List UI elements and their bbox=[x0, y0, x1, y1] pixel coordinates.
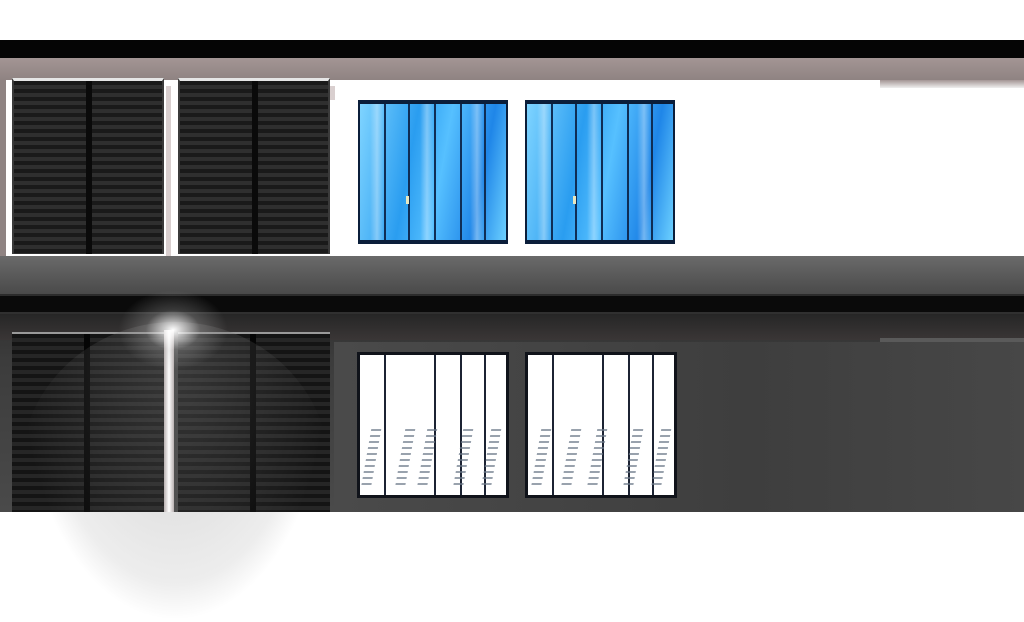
top-shutter-divider bbox=[166, 86, 171, 256]
top-trim-notch bbox=[880, 80, 1024, 88]
top-left-post bbox=[0, 80, 6, 256]
top-glass-window-left bbox=[358, 100, 508, 244]
top-shutter-left bbox=[12, 78, 164, 254]
lens-flare bbox=[118, 290, 228, 370]
top-eave-trim bbox=[0, 58, 1024, 80]
top-roof-bar bbox=[0, 40, 1024, 58]
bottom-window-mask-right bbox=[525, 352, 677, 498]
top-shutter-frame-right bbox=[330, 86, 335, 100]
bottom-window-mask-left bbox=[357, 352, 509, 498]
top-shutter-right bbox=[178, 78, 330, 254]
top-wall-band bbox=[0, 256, 1024, 294]
top-glass-window-right bbox=[525, 100, 675, 244]
